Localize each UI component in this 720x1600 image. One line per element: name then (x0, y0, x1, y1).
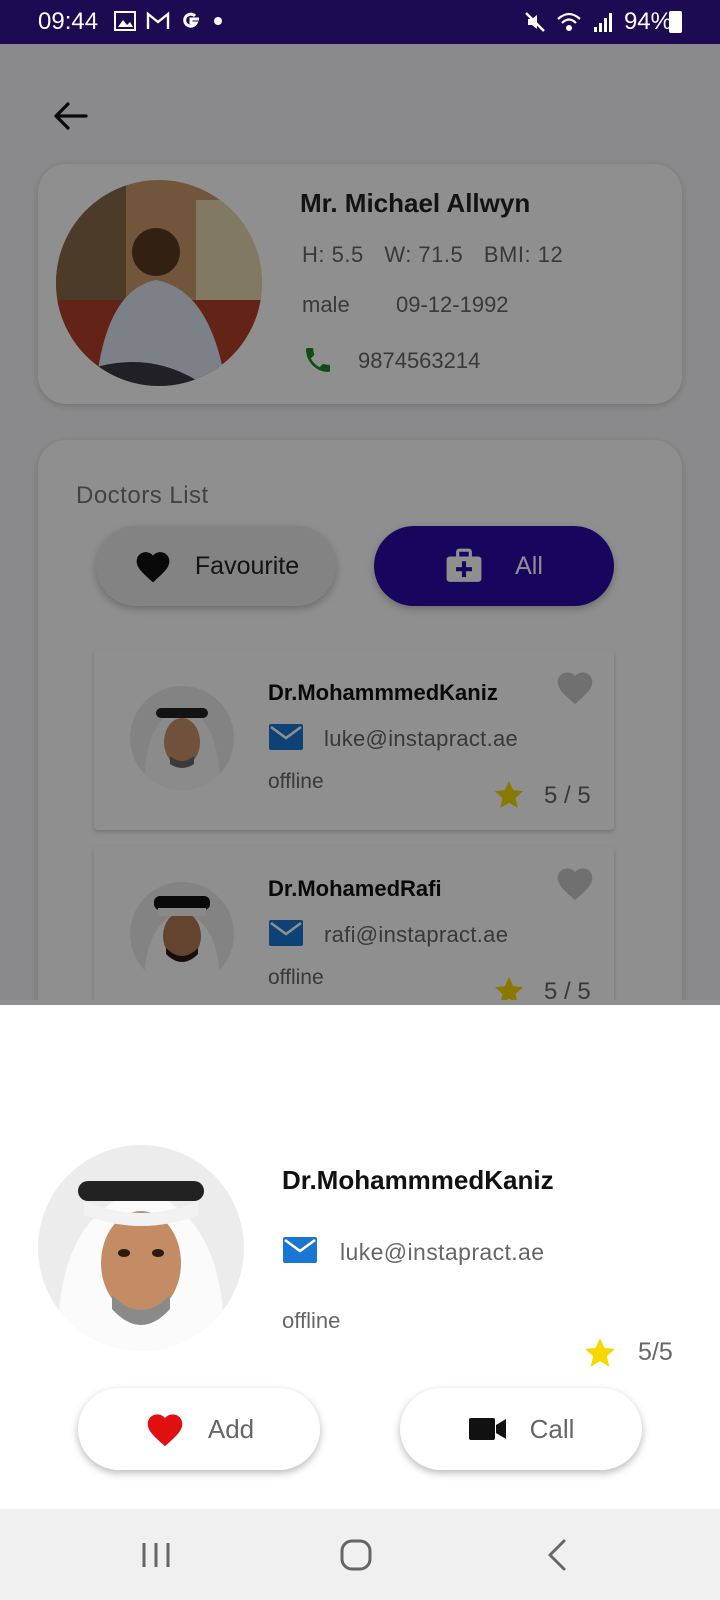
home-icon[interactable] (336, 1535, 376, 1575)
battery-percent: 94% (623, 8, 672, 35)
sheet-doctor-name: Dr.MohammmedKaniz (282, 1165, 554, 1195)
doctor-detail-sheet: Dr.MohammmedKaniz luke@instapract.ae off… (0, 1005, 720, 1509)
add-favourite-button[interactable]: Add (78, 1388, 320, 1470)
system-icons: 94% (524, 8, 672, 36)
video-camera-icon (468, 1418, 506, 1440)
google-icon (183, 12, 199, 28)
sheet-doctor-status: offline (282, 1308, 341, 1333)
video-call-button[interactable]: Call (400, 1388, 642, 1470)
call-label: Call (529, 1413, 575, 1444)
gmail-icon (146, 11, 170, 29)
battery-icon (669, 11, 682, 33)
star-icon (585, 1338, 615, 1367)
modal-scrim[interactable] (0, 44, 720, 1005)
signal-icon (593, 13, 612, 32)
heart-icon (147, 1414, 183, 1447)
recent-apps-icon[interactable] (136, 1535, 176, 1575)
add-label: Add (207, 1413, 255, 1444)
gallery-icon (114, 11, 136, 31)
dot-icon (214, 17, 222, 25)
status-bar: 09:44 94% (0, 0, 720, 44)
status-time: 09:44 (38, 8, 99, 35)
system-nav-bar (0, 1509, 720, 1600)
sheet-doctor-rating: 5/5 (638, 1338, 673, 1366)
notification-icons (114, 10, 224, 32)
sheet-doctor-email: luke@instapract.ae (340, 1239, 545, 1265)
back-icon[interactable] (538, 1535, 578, 1575)
doctor-avatar-large (38, 1145, 244, 1351)
mute-icon (525, 12, 545, 32)
mail-icon (283, 1237, 317, 1263)
wifi-icon (557, 12, 581, 31)
